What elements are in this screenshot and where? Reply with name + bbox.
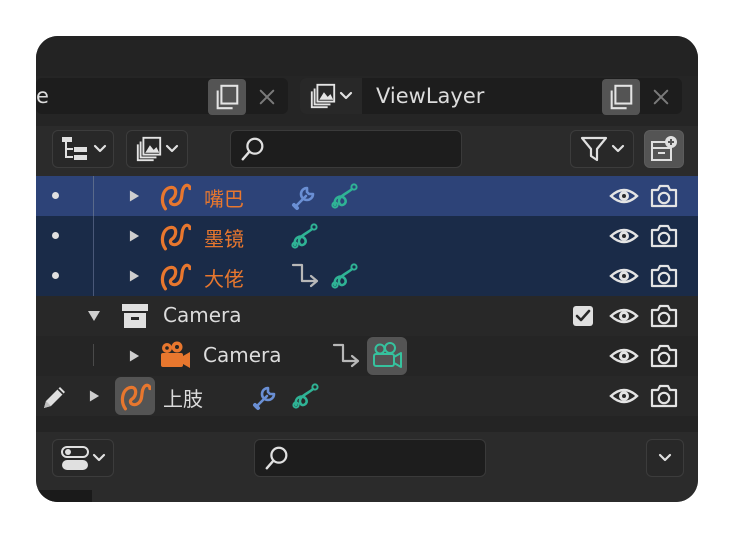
scene-unlink-button[interactable] bbox=[248, 79, 286, 115]
selection-dot bbox=[52, 232, 59, 239]
eye-icon[interactable] bbox=[609, 305, 639, 327]
selection-dot bbox=[52, 272, 59, 279]
tree-line bbox=[93, 216, 94, 256]
wrench-modifier-icon[interactable] bbox=[290, 181, 320, 211]
outliner-row-camera-object[interactable]: Camera bbox=[36, 336, 698, 376]
eye-icon[interactable] bbox=[609, 185, 639, 207]
chevron-down-icon bbox=[93, 144, 107, 154]
chevron-down-icon bbox=[165, 144, 179, 154]
object-name: 墨镜 bbox=[204, 227, 244, 251]
header-bar: e ViewLayer bbox=[36, 76, 698, 126]
display-mode-button[interactable] bbox=[52, 130, 114, 168]
tree-line bbox=[93, 344, 94, 366]
new-collection-button[interactable] bbox=[644, 130, 684, 168]
eye-icon[interactable] bbox=[609, 265, 639, 287]
collection-name: Camera bbox=[163, 303, 242, 327]
scene-copy-button[interactable] bbox=[208, 79, 246, 115]
search-input[interactable] bbox=[230, 130, 462, 168]
checkbox-checked-icon[interactable] bbox=[572, 305, 594, 327]
outliner-row-boss[interactable]: 大佬 bbox=[36, 256, 698, 296]
collection-icon bbox=[122, 304, 148, 328]
expand-arrow-icon[interactable] bbox=[129, 349, 140, 363]
view-layer-remove-button[interactable] bbox=[642, 79, 680, 115]
scene-field-text: e bbox=[36, 84, 49, 108]
view-layer-browse-button[interactable] bbox=[300, 78, 362, 114]
view-layer-browse-button[interactable] bbox=[126, 130, 188, 168]
object-name: 大佬 bbox=[204, 267, 244, 291]
expand-arrow-icon[interactable] bbox=[129, 229, 140, 243]
render-camera-icon[interactable] bbox=[650, 384, 678, 408]
panel-separator bbox=[36, 416, 698, 432]
copy-icon bbox=[213, 83, 241, 111]
search-icon bbox=[263, 444, 291, 472]
render-camera-icon[interactable] bbox=[650, 184, 678, 208]
eye-icon[interactable] bbox=[609, 345, 639, 367]
outliner-window: e ViewLayer 嘴巴 墨镜 大佬 Camera Camera 上肢 bbox=[36, 36, 698, 502]
curve-object-icon bbox=[159, 260, 191, 292]
footer-bar bbox=[36, 432, 698, 502]
view-layer-field[interactable]: ViewLayer bbox=[300, 78, 682, 115]
render-camera-icon[interactable] bbox=[650, 264, 678, 288]
view-layer-copy-button[interactable] bbox=[602, 79, 640, 115]
search-icon bbox=[239, 135, 267, 163]
view-layer-name: ViewLayer bbox=[376, 84, 485, 108]
curve-object-icon bbox=[159, 180, 191, 212]
constraint-arrow-icon[interactable] bbox=[331, 341, 363, 371]
curve-data-icon[interactable] bbox=[330, 261, 360, 291]
scene-field[interactable]: e bbox=[36, 78, 288, 115]
filter-icon bbox=[580, 136, 608, 162]
object-name: Camera bbox=[203, 343, 282, 367]
tree-line bbox=[93, 176, 94, 216]
expand-arrow-icon[interactable] bbox=[89, 389, 100, 403]
filter-button[interactable] bbox=[570, 130, 634, 168]
object-name: 嘴巴 bbox=[204, 187, 244, 211]
eye-icon[interactable] bbox=[609, 385, 639, 407]
image-icon bbox=[309, 82, 337, 110]
object-name: 上肢 bbox=[163, 387, 203, 411]
toggle-icon bbox=[61, 446, 89, 470]
footer-search-input[interactable] bbox=[254, 439, 486, 477]
tree-line bbox=[93, 256, 94, 296]
camera-data-icon bbox=[373, 342, 402, 368]
footer-corner bbox=[36, 490, 92, 502]
camera-data-button[interactable] bbox=[367, 337, 407, 375]
new-collection-icon bbox=[651, 136, 677, 161]
selection-dot bbox=[52, 192, 59, 199]
outliner-row-sunglasses[interactable]: 墨镜 bbox=[36, 216, 698, 256]
outliner-row-upper-limb[interactable]: 上肢 bbox=[36, 376, 698, 416]
expand-arrow-icon[interactable] bbox=[129, 269, 140, 283]
curve-data-icon[interactable] bbox=[330, 181, 360, 211]
curve-object-icon bbox=[159, 220, 191, 252]
chevron-down-icon bbox=[92, 453, 106, 463]
curve-object-icon bbox=[119, 380, 151, 412]
window-top-strip bbox=[36, 36, 698, 76]
render-camera-icon[interactable] bbox=[650, 344, 678, 368]
curve-data-icon[interactable] bbox=[290, 221, 320, 251]
copy-icon bbox=[607, 83, 635, 111]
wrench-modifier-icon[interactable] bbox=[251, 381, 281, 411]
chevron-down-icon bbox=[611, 144, 625, 154]
chevron-down-icon bbox=[339, 91, 353, 101]
eye-icon[interactable] bbox=[609, 225, 639, 247]
footer-menu-button[interactable] bbox=[646, 439, 684, 477]
pencil-edit-icon[interactable] bbox=[40, 382, 70, 412]
render-camera-icon[interactable] bbox=[650, 304, 678, 328]
close-icon bbox=[258, 88, 276, 106]
collapse-arrow-icon[interactable] bbox=[87, 310, 101, 322]
curve-data-icon[interactable] bbox=[291, 381, 321, 411]
render-camera-icon[interactable] bbox=[650, 224, 678, 248]
image-icon bbox=[135, 135, 163, 163]
outliner-row-mouth[interactable]: 嘴巴 bbox=[36, 176, 698, 216]
outliner-row-camera-collection[interactable]: Camera bbox=[36, 296, 698, 336]
display-mode-icon bbox=[62, 137, 87, 160]
toggle-options-button[interactable] bbox=[52, 439, 114, 477]
constraint-arrow-icon[interactable] bbox=[290, 261, 322, 291]
camera-object-icon bbox=[161, 341, 190, 368]
close-icon bbox=[652, 88, 670, 106]
expand-arrow-icon[interactable] bbox=[129, 189, 140, 203]
object-mode-button[interactable] bbox=[115, 377, 155, 415]
chevron-down-icon bbox=[658, 453, 672, 463]
outliner-toolbar bbox=[36, 126, 698, 176]
